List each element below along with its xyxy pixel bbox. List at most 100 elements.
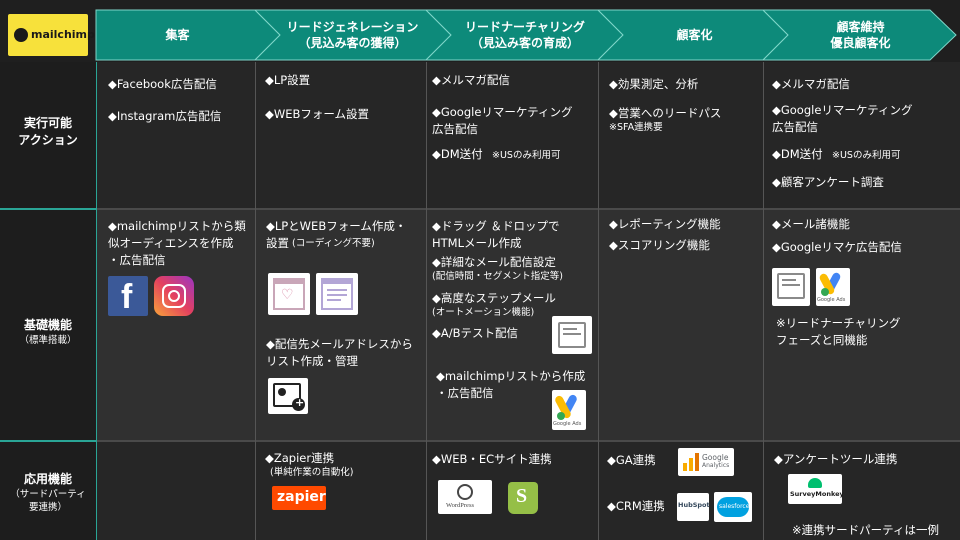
advanced-item: ◆WEB・ECサイト連携 (432, 452, 552, 466)
advanced-item: ◆GA連携 (607, 453, 656, 467)
hubspot-wordmark: HubSpot (678, 501, 710, 509)
phase-title: 顧客化 (676, 28, 713, 42)
email-template-icon (772, 268, 810, 306)
row-label-line: 応用機能 (23, 472, 72, 486)
surveymonkey-logo: SurveyMonkey (788, 474, 844, 504)
email-template-icon (552, 316, 592, 354)
action-note: ※USのみ利用可 (832, 150, 901, 161)
row-label-advanced: 応用機能 （サードパーティ 要連携） (0, 471, 96, 514)
action-item: ◆効果測定、分析 (609, 77, 699, 91)
phase-title: リードナーチャリング (465, 20, 585, 34)
zapier-wordmark: zapier (277, 489, 326, 505)
phase-header-attract: 集客 (100, 10, 255, 60)
advanced-item: ◆CRM連携 (607, 499, 665, 513)
column-divider (255, 62, 256, 540)
phase-title: 顧客維持 (836, 20, 885, 34)
action-item: ◆Instagram広告配信 (108, 109, 222, 123)
basic-item: ◆mailchimpリストから類 (108, 219, 246, 233)
google-ads-icon: Google Ads (816, 268, 850, 306)
phase-title: 集客 (165, 28, 190, 42)
phase-header-retention: 顧客維持 優良顧客化 (778, 10, 943, 60)
hubspot-logo: HubSpot (677, 493, 710, 521)
phase-header-lead-nurturing: リードナーチャリング （見込み客の育成） (440, 10, 610, 60)
column-divider (96, 62, 97, 540)
wordpress-logo: WordPress (438, 480, 492, 514)
mailchimp-wordmark: mailchimp (31, 28, 95, 41)
advanced-note: (単純作業の自動化) (270, 467, 354, 478)
basic-item: ◆Googleリマケ広告配信 (772, 240, 902, 254)
basic-item: ◆mailchimpリストから作成 (436, 369, 586, 383)
row-label-basic: 基礎機能 （標準搭載） (0, 317, 96, 347)
mailchimp-logo: mailchimp (8, 14, 95, 56)
contact-add-icon: + (268, 378, 308, 414)
row-label-sub: 要連携） (28, 502, 67, 513)
shopify-icon: S (508, 482, 538, 514)
basic-item: ・広告配信 (108, 253, 166, 267)
row-label-sub: （標準搭載） (19, 335, 77, 346)
surveymonkey-icon (808, 478, 822, 488)
wordpress-icon (457, 484, 473, 500)
zapier-logo: zapier (272, 486, 326, 510)
phase-subtitle: （見込み客の獲得） (298, 36, 407, 50)
action-item: ◆メルマガ配信 (432, 73, 510, 87)
google-ads-caption: Google Ads (553, 421, 582, 427)
surveymonkey-wordmark: SurveyMonkey (790, 490, 844, 498)
salesforce-logo: salesforce (714, 492, 752, 522)
row-label-line: アクション (18, 133, 78, 147)
advanced-item: ◆アンケートツール連携 (774, 452, 898, 466)
row-divider-accent (0, 208, 96, 210)
action-item: ◆顧客アンケート調査 (772, 175, 884, 189)
google-analytics-logo: Google Analytics (678, 448, 734, 476)
action-item: ◆WEBフォーム設置 (265, 107, 370, 121)
phase-title: リードジェネレーション (286, 20, 419, 34)
action-item: ◆LP設置 (265, 73, 311, 87)
basic-item: ◆詳細なメール配信設定 (432, 255, 556, 269)
wordpress-wordmark: WordPress (446, 502, 475, 509)
basic-note: (オートメーション機能) (432, 307, 535, 318)
row-label-sub: （サードパーティ (10, 489, 86, 500)
basic-note: (配信時間・セグメント指定等) (432, 271, 563, 282)
basic-item: 設置 (266, 236, 289, 250)
phase-header-conversion: 顧客化 (612, 10, 777, 60)
action-item: ◆Googleリマーケティング (432, 105, 573, 119)
basic-item: ◆メール諸機能 (772, 217, 850, 231)
column-divider (763, 62, 764, 540)
basic-item: ◆配信先メールアドレスから (266, 337, 413, 351)
column-divider (598, 62, 599, 540)
phase-subtitle: 優良顧客化 (830, 36, 891, 50)
row-label-line: 実行可能 (23, 116, 72, 130)
salesforce-wordmark: salesforce (719, 503, 750, 510)
instagram-icon (154, 276, 194, 316)
basic-note: (コーディング不要) (292, 238, 375, 249)
facebook-icon: f (108, 276, 148, 316)
column-divider (426, 62, 427, 540)
row-divider-accent (0, 440, 96, 442)
basic-item: ◆LPとWEBフォーム作成・ (266, 219, 407, 233)
web-form-icon (316, 273, 358, 315)
action-note: ※USのみ利用可 (492, 150, 561, 161)
landing-page-icon: ♡ (268, 273, 310, 315)
basic-item: リスト作成・管理 (266, 354, 358, 368)
advanced-note: ※連携サードパーティは一例 (792, 523, 939, 537)
action-item: ◆DM送付 (772, 147, 823, 161)
google-ads-icon: Google Ads (552, 390, 586, 430)
action-item: ◆DM送付 (432, 147, 483, 161)
chimp-icon (14, 28, 28, 42)
row-label-actions: 実行可能 アクション (0, 115, 96, 149)
row-label-line: 基礎機能 (23, 318, 72, 332)
basic-item: ・広告配信 (436, 386, 494, 400)
advanced-item: ◆Zapier連携 (265, 451, 335, 465)
basic-item: HTMLメール作成 (432, 236, 522, 250)
basic-item: ◆A/Bテスト配信 (432, 326, 518, 340)
action-item: 広告配信 (772, 120, 818, 134)
basic-note: フェーズと同機能 (776, 333, 868, 347)
action-item: ◆Facebook広告配信 (108, 77, 217, 91)
phase-header-lead-generation: リードジェネレーション （見込み客の獲得） (270, 10, 435, 60)
basic-note: ※リードナーチャリング (776, 316, 901, 330)
basic-item: 似オーディエンスを作成 (108, 236, 234, 250)
row-divider (0, 440, 960, 442)
google-analytics-wordmark: Analytics (702, 462, 730, 469)
action-item: ◆Googleリマーケティング (772, 103, 913, 117)
action-note: ※SFA連携要 (609, 122, 663, 133)
action-item: ◆メルマガ配信 (772, 77, 850, 91)
